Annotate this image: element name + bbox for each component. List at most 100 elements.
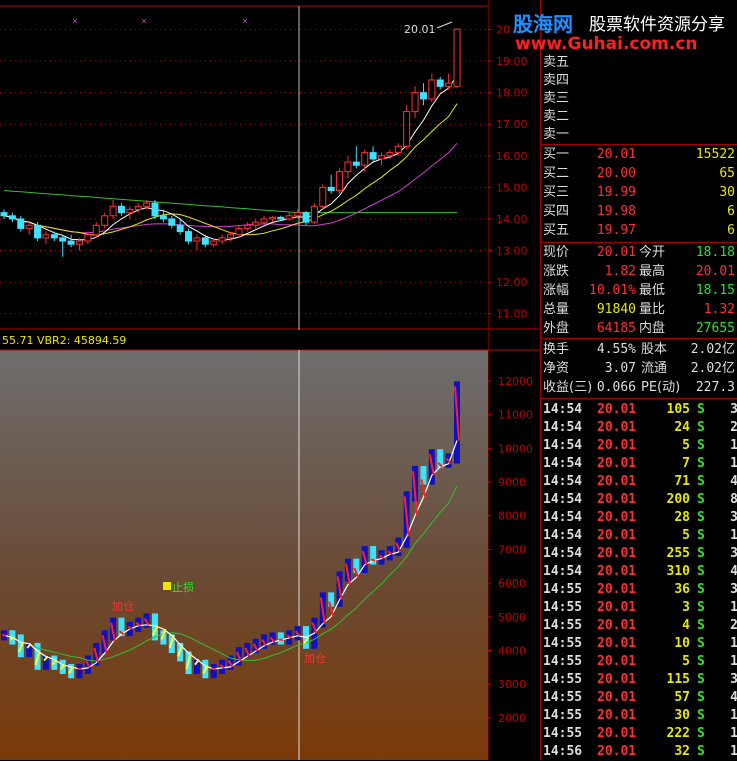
tick-side: S	[697, 690, 705, 705]
indicator-axis: 12000 11000 10000 9000 8000 7000 6000 5000 4000 3…	[488, 330, 540, 760]
stat-value: 20.01	[695, 264, 735, 279]
ask-level-row: 卖一	[541, 126, 737, 144]
stat-label: 内盘	[639, 321, 666, 336]
tick-count: 3	[730, 672, 737, 687]
marker-x: ×	[141, 16, 147, 27]
tick-count: 1	[730, 708, 737, 723]
candle-body	[445, 82, 453, 87]
tick-volume: 5	[682, 654, 690, 669]
tick-price: 20.01	[597, 420, 637, 435]
stat-value: 91840	[596, 302, 636, 317]
tick-row[interactable]: 14:55 20.01 5 S 1	[541, 653, 737, 671]
tick-row[interactable]: 14:55 20.01 115 S 3	[541, 671, 737, 689]
tick-count: 1	[730, 600, 737, 615]
tick-row[interactable]: 14:54 20.01 310 S 4	[541, 563, 737, 581]
tick-price: 20.01	[597, 726, 637, 741]
tick-time: 14:54	[543, 456, 583, 471]
candle-body	[151, 202, 159, 217]
tick-row[interactable]: 14:56 20.01 32 S 1	[541, 743, 737, 761]
site-logo: 股海网 股票软件资源分享 www.Guhai.com.cn	[509, 6, 737, 58]
bid-level-label: 买五	[543, 223, 570, 238]
tick-price: 20.01	[597, 564, 637, 579]
tick-side: S	[697, 744, 705, 759]
candle-body	[310, 205, 318, 223]
candlestick-chart[interactable]: × × × 20.01	[0, 0, 488, 330]
tick-row[interactable]: 14:55 20.01 3 S 1	[541, 599, 737, 617]
tick-row[interactable]: 14:54 20.01 255 S 3	[541, 545, 737, 563]
candle-body	[8, 215, 16, 220]
bid-volume: 6	[727, 204, 735, 219]
stat-label: 总量	[543, 302, 570, 317]
logo-url: www.Guhai.com.cn	[515, 34, 698, 54]
tick-price: 20.01	[597, 510, 637, 525]
indicator-bar	[76, 663, 83, 679]
indicator-chart[interactable]: 55.71 VBR2: 45894.59加仓加仓止损	[0, 330, 488, 760]
tick-side: S	[697, 456, 705, 471]
bid-price: 19.99	[596, 185, 636, 200]
candle-body	[378, 155, 385, 160]
tick-count: 3	[730, 402, 737, 417]
tick-time: 14:55	[543, 708, 583, 723]
ask-level-row: 卖四	[541, 72, 737, 90]
tick-row[interactable]: 14:54 20.01 105 S 3	[541, 401, 737, 419]
price-axis-tick: 13.00	[496, 245, 528, 258]
tick-count: 1	[730, 744, 737, 759]
stat-value: 18.15	[695, 283, 735, 298]
tick-row[interactable]: 14:55 20.01 57 S 4	[541, 689, 737, 707]
indicator-axis-tick: 3000	[498, 678, 526, 691]
bid-level-row[interactable]: 买三 19.99 30	[541, 184, 737, 202]
candle-body	[0, 212, 8, 217]
tick-time: 14:55	[543, 726, 583, 741]
tick-row[interactable]: 14:54 20.01 7 S 1	[541, 455, 737, 473]
tick-row[interactable]: 14:54 20.01 24 S 2	[541, 419, 737, 437]
tick-row[interactable]: 14:55 20.01 36 S 3	[541, 581, 737, 599]
tick-row[interactable]: 14:54 20.01 71 S 4	[541, 473, 737, 491]
bid-level-row[interactable]: 买四 19.98 6	[541, 203, 737, 221]
tick-volume: 36	[674, 582, 690, 597]
candle-body	[369, 152, 377, 160]
candle-body	[126, 208, 134, 214]
tick-row[interactable]: 14:55 20.01 10 S 1	[541, 635, 737, 653]
tick-volume: 5	[682, 438, 690, 453]
fundamental-row: 净资 3.07 流通 2.02亿	[541, 360, 737, 378]
bid-level-row[interactable]: 买五 19.97 6	[541, 222, 737, 240]
indicator-axis-tick: 5000	[498, 611, 526, 624]
bid-level-row[interactable]: 买一 20.01 15522	[541, 146, 737, 164]
fundamental-row: 换手 4.55% 股本 2.02亿	[541, 341, 737, 359]
candle-body	[327, 186, 335, 192]
tick-row[interactable]: 14:54 20.01 5 S 1	[541, 437, 737, 455]
candle-body	[159, 215, 167, 220]
tick-count: 4	[730, 690, 737, 705]
tick-row[interactable]: 14:54 20.01 200 S 8	[541, 491, 737, 509]
tick-row[interactable]: 14:54 20.01 28 S 3	[541, 509, 737, 527]
tick-side: S	[697, 510, 705, 525]
stat-value: 64185	[596, 321, 636, 336]
tick-count: 2	[730, 420, 737, 435]
candle-body	[436, 79, 444, 87]
tick-row[interactable]: 14:54 20.01 5 S 1	[541, 527, 737, 545]
candle-body	[428, 79, 436, 100]
candle-body	[76, 240, 83, 245]
tick-time: 14:55	[543, 690, 583, 705]
tick-price: 20.01	[597, 708, 637, 723]
tick-row[interactable]: 14:55 20.01 4 S 2	[541, 617, 737, 635]
candle-body	[403, 111, 411, 147]
stat-value: 1.32	[703, 302, 735, 317]
candle-body	[117, 205, 125, 214]
fundamental-value: 0.066	[596, 380, 636, 395]
trading-terminal: × × × 20.01 20 19.00 18.00 17.00 16.00 15.00 14.0…	[0, 0, 737, 760]
tick-time: 14:54	[543, 492, 583, 507]
price-axis-tick: 18.00	[496, 87, 528, 100]
bid-volume: 15522	[695, 147, 735, 162]
tick-side: S	[697, 600, 705, 615]
tick-time: 14:54	[543, 510, 583, 525]
tick-price: 20.01	[597, 672, 637, 687]
tick-price: 20.01	[597, 582, 637, 597]
tick-row[interactable]: 14:55 20.01 30 S 1	[541, 707, 737, 725]
ask-level-label: 卖一	[543, 127, 570, 142]
stat-row: 现价 20.01 今开 18.18	[541, 244, 737, 262]
fundamental-value: 4.55%	[596, 342, 636, 357]
tick-row[interactable]: 14:55 20.01 222 S 1	[541, 725, 737, 743]
bid-level-row[interactable]: 买二 20.00 65	[541, 165, 737, 183]
tick-side: S	[697, 474, 705, 489]
